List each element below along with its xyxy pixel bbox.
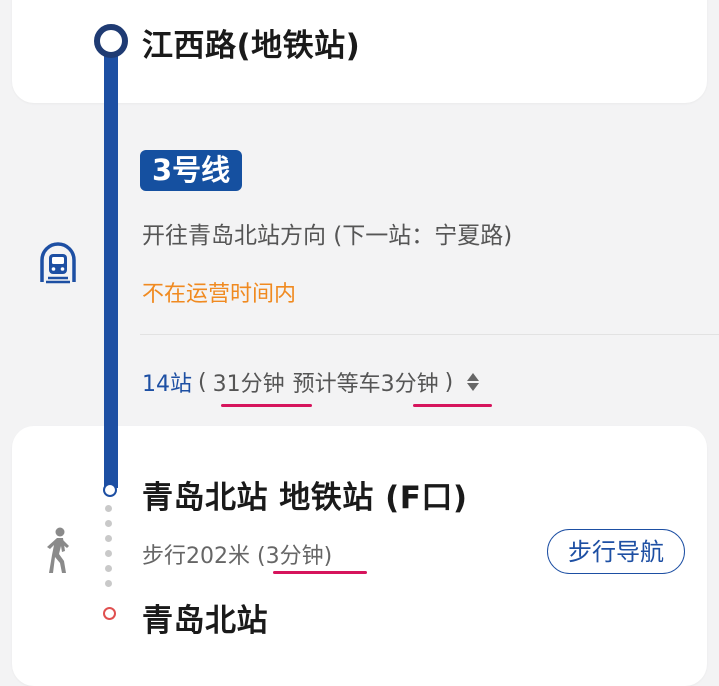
trip-info-toggle[interactable]: 14站 ( 31分钟 预计等车 3分钟 )	[142, 366, 480, 398]
walk-distance: 步行202米	[142, 544, 250, 569]
walk-duration-underline	[273, 571, 367, 574]
end-stop-name[interactable]: 青岛北站	[142, 595, 268, 640]
wait-label: 预计等车	[292, 372, 381, 397]
paren-close: )	[444, 369, 454, 395]
wait-time-underline	[413, 404, 492, 407]
paren-open: (	[198, 369, 207, 395]
subway-icon	[38, 242, 78, 284]
divider	[140, 334, 719, 335]
end-stop-marker	[103, 607, 116, 620]
start-stop-marker	[94, 24, 128, 58]
walk-icon	[42, 527, 76, 575]
exit-stop-name[interactable]: 青岛北站 地铁站 (F口)	[142, 472, 468, 517]
exit-stop-marker	[103, 483, 117, 497]
ride-time-underline	[221, 404, 312, 407]
ride-time: 31分钟	[212, 372, 285, 397]
line-badge[interactable]: 3号线	[140, 150, 243, 191]
start-stop-name[interactable]: 江西路(地铁站)	[142, 20, 360, 65]
stops-count: 14站	[142, 372, 192, 397]
subway-route-line	[104, 36, 118, 488]
sort-toggle-icon[interactable]	[467, 371, 480, 393]
operation-status: 不在运营时间内	[142, 282, 297, 307]
walk-info: 步行202米 (3分钟)	[142, 538, 332, 570]
walk-navigation-button[interactable]: 步行导航	[547, 529, 685, 574]
wait-time: 3分钟	[380, 372, 439, 397]
walk-duration: (3分钟)	[257, 544, 333, 569]
direction-text: 开往青岛北站方向 (下一站：宁夏路)	[142, 223, 513, 249]
walk-path-dots	[105, 505, 113, 595]
